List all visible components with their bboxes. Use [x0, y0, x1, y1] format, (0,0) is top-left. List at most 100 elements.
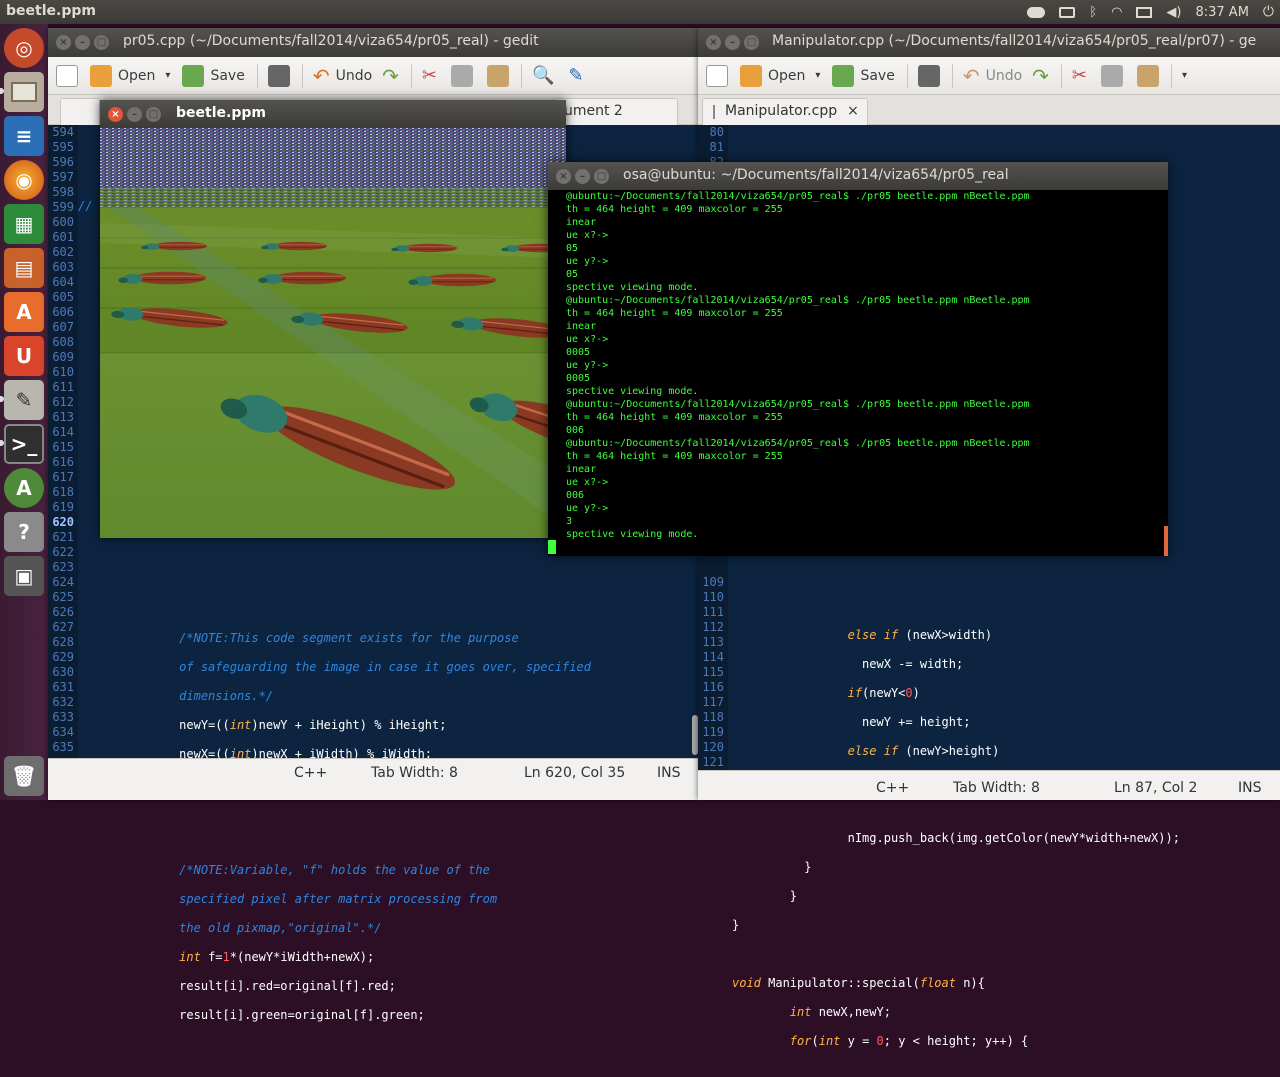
line-number: 633 [52, 710, 74, 724]
writer-icon[interactable]: ≡ [4, 116, 44, 156]
help-icon[interactable]: ? [4, 512, 44, 552]
line-number: 631 [52, 680, 74, 694]
close-icon[interactable]: × [706, 35, 721, 50]
keyboard-icon[interactable] [1059, 6, 1076, 18]
files-icon[interactable] [4, 72, 44, 112]
tab-manipulator[interactable]: Manipulator.cpp × [702, 98, 868, 125]
open-button[interactable]: Open [90, 64, 155, 87]
paste-icon[interactable] [487, 64, 510, 87]
save-icon [182, 64, 205, 87]
close-icon[interactable]: × [556, 169, 571, 184]
title-bar[interactable]: × – □ osa@ubuntu: ~/Documents/fall2014/viz… [548, 162, 1168, 190]
close-icon[interactable]: × [108, 107, 123, 122]
replace-icon[interactable]: ✎ [568, 65, 583, 86]
power-icon[interactable]: ⏻ [1263, 4, 1274, 20]
bluetooth-icon[interactable]: ᛒ [1089, 5, 1097, 20]
terminal-line: th = 464 height = 409 maxcolor = 255 [566, 451, 783, 462]
tab-width-selector[interactable]: Tab Width: 8 [953, 780, 1040, 796]
copy-icon[interactable] [451, 64, 474, 87]
title-bar[interactable]: × – □ Manipulator.cpp (~/Documents/fall201… [698, 28, 1280, 57]
undo-button[interactable]: ↶ Undo [313, 64, 372, 88]
ubuntu-dash-icon[interactable]: ◎ [4, 28, 44, 68]
volume-icon[interactable]: ◀) [1166, 5, 1181, 20]
line-number: 625 [52, 590, 74, 604]
maximize-icon[interactable]: □ [594, 169, 609, 184]
ubuntu-one-icon[interactable]: U [4, 336, 44, 376]
line-number: 598 [52, 185, 74, 199]
clock[interactable]: 8:37 AM [1195, 5, 1248, 20]
line-number: 607 [52, 320, 74, 334]
cut-icon[interactable]: ✂ [1072, 65, 1087, 86]
new-document-icon[interactable] [706, 64, 728, 87]
open-button[interactable]: Open [740, 64, 805, 87]
window-title: pr05.cpp (~/Documents/fall2014/viza654/p… [123, 33, 539, 49]
print-icon[interactable] [267, 64, 290, 87]
minimize-icon[interactable]: – [575, 169, 590, 184]
impress-icon[interactable]: ▤ [4, 248, 44, 288]
firefox-icon[interactable]: ◉ [4, 160, 44, 200]
cut-icon[interactable]: ✂ [422, 65, 437, 86]
cloud-icon[interactable] [1027, 6, 1046, 18]
tab-width-selector[interactable]: Tab Width: 8 [371, 765, 458, 781]
line-number: 613 [52, 410, 74, 424]
minimize-icon[interactable]: – [75, 35, 90, 50]
language-selector[interactable]: C++ [876, 780, 909, 796]
line-number: 618 [52, 485, 74, 499]
line-number: 610 [52, 365, 74, 379]
line-number: 599 [52, 200, 74, 214]
text-editor-icon[interactable]: ✎ [4, 380, 44, 420]
line-number: 635 [52, 740, 74, 754]
title-bar[interactable]: × – □ beetle.ppm [100, 100, 566, 128]
save-button[interactable]: Save [182, 64, 245, 87]
maximize-icon[interactable]: □ [744, 35, 759, 50]
minimize-icon[interactable]: – [725, 35, 740, 50]
close-icon[interactable]: × [56, 35, 71, 50]
terminal-line: @ubuntu:~/Documents/fall2014/viza654/pr0… [566, 399, 1030, 410]
chevron-down-icon[interactable]: ▾ [815, 70, 820, 81]
copy-icon[interactable] [1101, 64, 1124, 87]
scrollbar[interactable] [1164, 526, 1168, 556]
terminal-line: ue x?-> [566, 334, 609, 345]
terminal-line: th = 464 height = 409 maxcolor = 255 [566, 412, 783, 423]
beetle-image [100, 128, 566, 538]
search-icon[interactable]: 🔍 [532, 65, 554, 86]
terminal-line: ue x?-> [566, 230, 609, 241]
line-number: 627 [52, 620, 74, 634]
terminal-output[interactable]: @ubuntu:~/Documents/fall2014/viza654/pr0… [566, 190, 1168, 556]
new-document-icon[interactable] [56, 64, 78, 87]
maximize-icon[interactable]: □ [94, 35, 109, 50]
terminal-icon[interactable]: >_ [4, 424, 44, 464]
tab-untitled-document[interactable]: ument 2 [553, 98, 678, 125]
trash-icon[interactable]: 🗑 [4, 756, 44, 796]
line-number: 119 [702, 725, 724, 739]
maximize-icon[interactable]: □ [146, 107, 161, 122]
redo-icon[interactable]: ↷ [1032, 64, 1049, 88]
wifi-icon[interactable]: ◠ [1111, 5, 1122, 20]
terminal-line: 05 [566, 243, 579, 254]
language-selector[interactable]: C++ [294, 765, 327, 781]
terminal-line: 05 [566, 269, 579, 280]
line-number: 605 [52, 290, 74, 304]
paste-icon[interactable] [1137, 64, 1160, 87]
mail-icon[interactable] [1136, 6, 1153, 18]
redo-icon[interactable]: ↷ [382, 64, 399, 88]
save-button[interactable]: Save [832, 64, 895, 87]
save-icon[interactable]: ▣ [4, 556, 44, 596]
chevron-down-icon[interactable]: ▾ [1182, 70, 1187, 81]
update-manager-icon[interactable]: A [4, 468, 44, 508]
terminal-line: 0005 [566, 373, 591, 384]
line-number: 609 [52, 350, 74, 364]
chevron-down-icon[interactable]: ▾ [165, 70, 170, 81]
tab-pr05[interactable] [60, 98, 100, 125]
line-number: 602 [52, 245, 74, 259]
undo-button[interactable]: ↶ Undo [963, 64, 1022, 88]
print-icon[interactable] [917, 64, 940, 87]
line-number-gutter: 594 595 596 597 598 599 600 601 602 603 604 605 606 6… [48, 125, 78, 758]
close-tab-icon[interactable]: × [847, 103, 859, 121]
title-bar[interactable]: × – □ pr05.cpp (~/Documents/fall2014/viza6… [48, 28, 698, 57]
calc-icon[interactable]: ▦ [4, 204, 44, 244]
launcher: ◎ ≡ ◉ ▦ ▤ A U ✎ >_ A ? ▣ 🗑 [0, 24, 48, 800]
minimize-icon[interactable]: – [127, 107, 142, 122]
line-number: 622 [52, 545, 74, 559]
software-center-icon[interactable]: A [4, 292, 44, 332]
